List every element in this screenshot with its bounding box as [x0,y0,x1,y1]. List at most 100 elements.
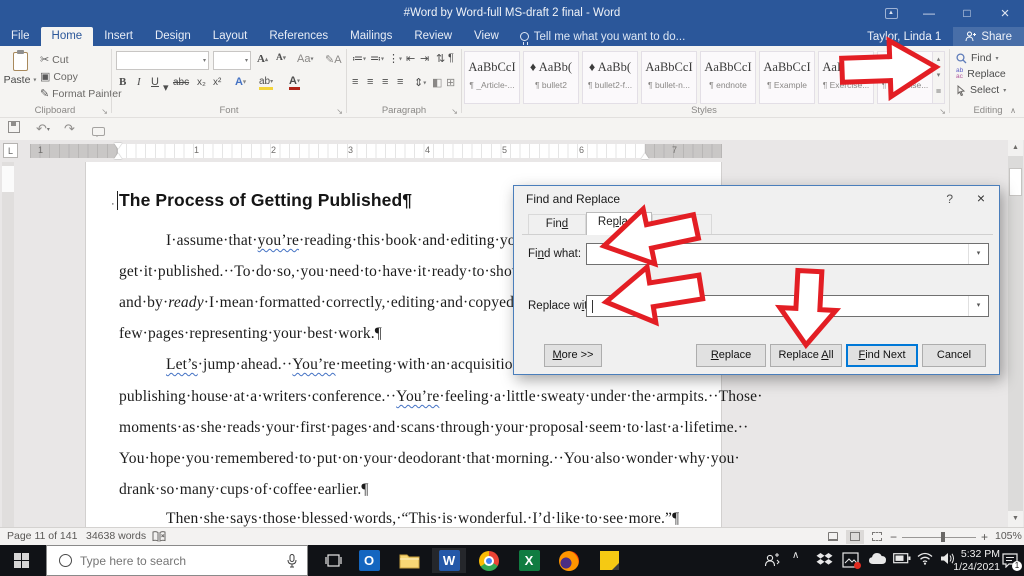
zoom-slider-track[interactable] [902,537,976,538]
font-name-combobox[interactable]: ▾ [116,51,209,70]
font-color-button[interactable]: A▾ [289,75,300,90]
subscript-button[interactable]: x₂ [197,77,206,88]
dialog-tab-find[interactable]: Find [528,214,586,235]
tab-selector[interactable]: L [3,143,18,158]
scroll-down-button[interactable]: ▼ [1008,511,1023,527]
people-tray-icon[interactable] [764,552,780,568]
excel-taskbar-icon[interactable]: X [512,548,546,573]
dropbox-tray-icon[interactable] [816,552,833,568]
share-button[interactable]: Share [953,27,1024,46]
zoom-slider-thumb[interactable] [941,532,945,542]
clipboard-dialog-launcher[interactable]: ↘ [101,107,108,116]
bullets-button[interactable]: ≔▾ [352,52,366,65]
firefox-taskbar-icon[interactable] [552,548,586,573]
select-button[interactable]: Select ▾ [956,84,1006,96]
paste-button[interactable]: Paste ▾ [3,50,37,108]
comment-button[interactable] [92,124,105,139]
redo-button[interactable]: ↷ [64,121,75,137]
file-explorer-taskbar-icon[interactable] [392,548,426,573]
dialog-tab-replace[interactable]: Replace [586,212,652,235]
scroll-up-button[interactable]: ▲ [1008,140,1023,156]
tab-layout[interactable]: Layout [202,27,259,46]
right-indent-marker[interactable] [641,153,649,159]
tab-view[interactable]: View [463,27,510,46]
wifi-tray-icon[interactable] [917,552,933,565]
dialog-help-button[interactable]: ? [946,192,953,206]
chevron-down-icon[interactable]: ▾ [968,244,988,264]
underline-button[interactable]: U [151,76,159,88]
font-dialog-launcher[interactable]: ↘ [336,107,343,116]
cut-button[interactable]: ✂ Cut [40,53,68,66]
justify-button[interactable]: ≡ [397,76,403,88]
tell-me-box[interactable]: Tell me what you want to do... [510,27,696,46]
zoom-out-button[interactable]: − [890,530,897,544]
find-what-input[interactable]: ▾ [586,243,989,265]
show-hide-pilcrow-button[interactable]: ¶ [448,52,454,64]
web-layout-button[interactable] [868,530,886,544]
increase-indent-button[interactable]: ⇥ [420,52,429,65]
shrink-font-button[interactable]: A▾ [276,53,286,63]
align-right-button[interactable]: ≡ [382,76,388,88]
align-center-button[interactable]: ≡ [367,76,373,88]
battery-tray-icon[interactable] [893,552,911,564]
read-mode-button[interactable] [824,530,842,544]
microphone-icon[interactable] [287,553,297,568]
italic-button[interactable]: I [137,76,141,88]
action-center-icon[interactable]: 1 [1002,553,1022,571]
page-indicator[interactable]: Page 11 of 141 [7,530,77,542]
align-left-button[interactable]: ≡ [352,76,358,88]
replace-all-button[interactable]: Replace All [770,344,842,367]
collapse-ribbon-icon[interactable]: ∧ [1010,106,1016,115]
change-case-button[interactable]: Aa▾ [297,53,313,65]
taskbar-search[interactable] [46,545,308,576]
undo-button[interactable]: ↶▾ [36,121,50,137]
paragraph-dialog-launcher[interactable]: ↘ [451,107,458,116]
cancel-button[interactable]: Cancel [922,344,986,367]
chevron-down-icon[interactable]: ▾ [968,296,988,316]
text-effects-button[interactable]: A▾ [235,76,246,88]
proofing-icon[interactable] [152,531,166,542]
underline-dropdown-icon[interactable]: ▾ [163,81,169,94]
tab-design[interactable]: Design [144,27,202,46]
outlook-taskbar-icon[interactable]: O [352,548,386,573]
save-button[interactable] [8,121,20,136]
grow-font-button[interactable]: A▴ [257,53,268,65]
first-line-indent-marker[interactable] [114,143,122,149]
replace-button-dialog[interactable]: Replace [696,344,766,367]
replace-button[interactable]: ab ac Replace [956,67,1006,80]
ribbon-display-options-icon[interactable]: ▲ [872,0,910,26]
decrease-indent-button[interactable]: ⇤ [406,52,415,65]
find-button[interactable]: Find ▾ [956,52,998,64]
copy-button[interactable]: ▣ Copy [40,70,78,83]
photos-tray-icon[interactable] [842,552,861,569]
font-size-combobox[interactable]: ▾ [213,51,251,70]
vertical-scrollbar[interactable]: ▲ ▼ [1008,140,1023,527]
styles-dialog-launcher[interactable]: ↘ [939,107,946,116]
sticky-notes-taskbar-icon[interactable] [592,548,626,573]
tab-insert[interactable]: Insert [93,27,144,46]
task-view-button[interactable] [316,548,350,573]
strikethrough-button[interactable]: abc [173,77,189,88]
zoom-level[interactable]: 105% [995,530,1022,542]
highlight-color-button[interactable]: ab▾ [259,76,274,90]
tab-review[interactable]: Review [403,27,463,46]
dialog-close-button[interactable]: × [977,190,985,206]
word-count[interactable]: 34638 words [86,530,146,542]
superscript-button[interactable]: x² [213,77,221,88]
line-spacing-button[interactable]: ⇕▾ [414,76,426,89]
print-layout-button[interactable] [846,530,864,544]
search-input[interactable] [80,553,287,568]
bold-button[interactable]: B [119,76,126,88]
numbering-button[interactable]: ≕▾ [370,52,384,65]
shading-button[interactable]: ◧ [432,76,442,89]
restore-button[interactable]: □ [948,0,986,26]
tray-chevron-icon[interactable]: ∧ [792,550,799,561]
horizontal-ruler[interactable]: 1 1 2 3 4 5 6 7 [30,143,722,159]
hanging-indent-marker[interactable] [114,153,122,159]
dialog-tab-goto[interactable]: Go To [652,214,712,235]
tab-references[interactable]: References [258,27,339,46]
word-taskbar-icon[interactable]: W [432,548,466,573]
signed-in-user[interactable]: Taylor, Linda 1 [867,31,941,43]
find-next-button[interactable]: Find Next [846,344,918,367]
start-button[interactable] [14,553,29,568]
